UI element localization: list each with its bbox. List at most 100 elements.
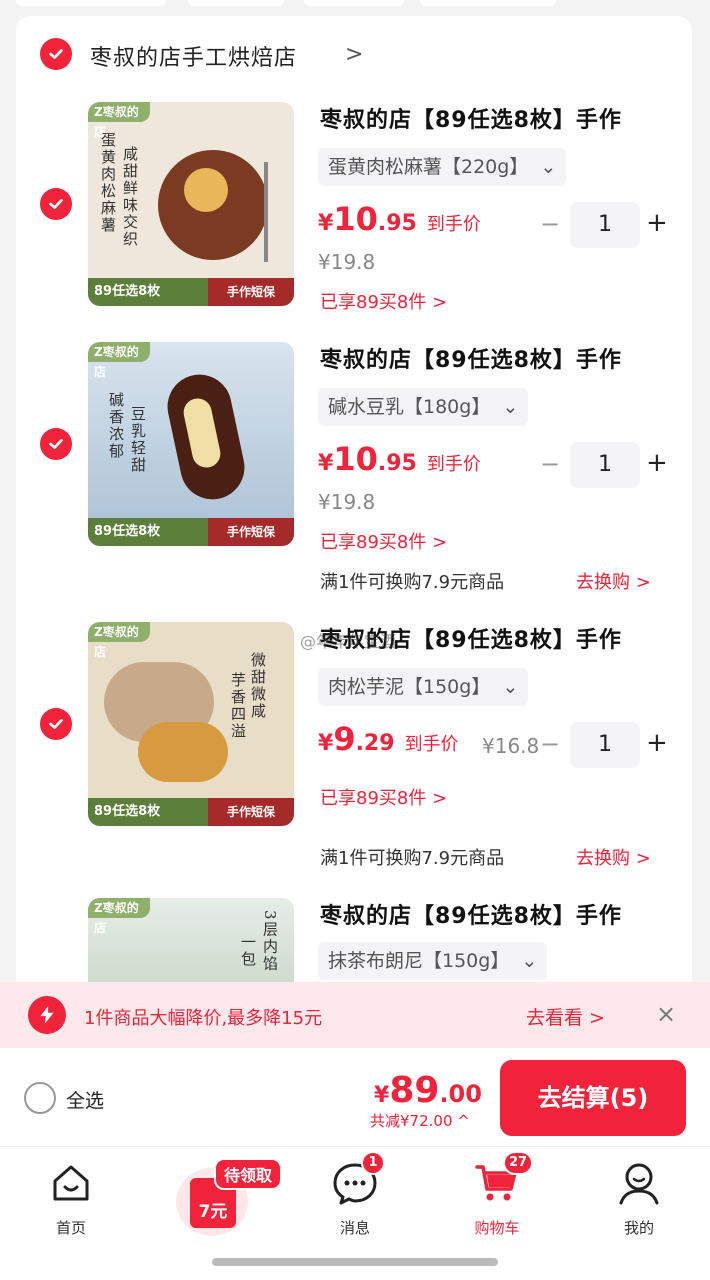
- variant-label: 肉松芋泥【150g】: [328, 676, 491, 698]
- item-check-icon[interactable]: [40, 428, 72, 460]
- image-caption: 蛋黄肉松麻薯: [99, 132, 117, 234]
- tab-messages[interactable]: 1 消息: [310, 1151, 400, 1238]
- cart-count-badge: 27: [503, 1151, 534, 1175]
- quantity-stepper: − 1 +: [540, 722, 670, 768]
- brand-logo: Z枣叔的店: [88, 342, 150, 379]
- decrease-button[interactable]: −: [540, 730, 560, 758]
- image-caption: 咸甜鲜味交织: [121, 146, 139, 248]
- product-title[interactable]: 枣叔的店【89任选8枚】手作: [320, 342, 622, 374]
- variant-selector[interactable]: 肉松芋泥【150g】 ⌄: [318, 668, 529, 706]
- tab-label: 我的: [623, 1219, 654, 1237]
- chevron-right-icon[interactable]: >: [345, 42, 363, 67]
- chat-bubble-icon: 1: [331, 1151, 385, 1207]
- promo-tag: 89任选8枚: [88, 518, 208, 546]
- increase-button[interactable]: +: [646, 728, 668, 758]
- image-tagbar: 89任选8枚 手作短保: [88, 798, 294, 826]
- home-indicator: [212, 1258, 498, 1266]
- person-icon: [615, 1159, 663, 1207]
- quantity-stepper: − 1 +: [540, 442, 670, 488]
- brand-logo: Z枣叔的店: [88, 898, 150, 935]
- product-image[interactable]: Z枣叔的店 碱香浓郁 豆乳轻甜 89任选8枚 手作短保: [88, 342, 294, 546]
- tab-label: 首页: [55, 1219, 86, 1237]
- cart-icon: 27: [473, 1151, 534, 1207]
- promo-link[interactable]: 已享89买8件 >: [320, 528, 447, 554]
- quantity-value[interactable]: 1: [570, 442, 640, 488]
- fork-icon: [264, 162, 268, 262]
- image-caption: 一包: [239, 934, 257, 968]
- tab-label: 购物车: [474, 1219, 520, 1237]
- variant-label: 碱水豆乳【180g】: [328, 396, 491, 418]
- variant-selector[interactable]: 碱水豆乳【180g】 ⌄: [318, 388, 529, 426]
- image-caption: 3层内馅: [261, 910, 279, 973]
- coupon-pending-badge: 待领取: [214, 1158, 283, 1190]
- final-price: ¥10.95 到手价: [318, 200, 481, 238]
- view-link[interactable]: 去看看 >: [526, 1003, 605, 1030]
- original-price: ¥19.8: [318, 250, 376, 274]
- tab-mine[interactable]: 我的: [594, 1159, 684, 1238]
- variant-label: 抹茶布朗尼【150g】: [328, 950, 510, 972]
- home-icon: [47, 1159, 95, 1207]
- brand-logo: Z枣叔的店: [88, 622, 150, 659]
- swap-offer-text: 满1件可换购7.9元商品: [320, 848, 505, 869]
- quantity-value[interactable]: 1: [570, 202, 640, 248]
- swap-link[interactable]: 去换购 >: [576, 568, 651, 594]
- variant-selector[interactable]: 抹茶布朗尼【150g】 ⌄: [318, 942, 548, 980]
- chevron-down-icon: ⌄: [540, 156, 557, 178]
- shop-check-icon[interactable]: [40, 38, 72, 70]
- image-caption: 微甜微咸: [249, 652, 267, 720]
- lightning-icon: [28, 996, 66, 1034]
- promo-link[interactable]: 已享89买8件 >: [320, 288, 447, 314]
- select-all-label[interactable]: 全选: [66, 1086, 104, 1113]
- item-check-icon[interactable]: [40, 188, 72, 220]
- increase-button[interactable]: +: [646, 448, 668, 478]
- product-image[interactable]: Z枣叔的店 微甜微咸 芋香四溢 89任选8枚 手作短保: [88, 622, 294, 826]
- top-tab-fragment: [304, 0, 404, 6]
- bread-filling: [184, 168, 228, 212]
- top-tab-fragment: [188, 0, 284, 6]
- decrease-button[interactable]: −: [540, 450, 560, 478]
- select-all-radio[interactable]: [24, 1082, 56, 1114]
- swap-offer-text: 满1件可换购7.9元商品: [320, 572, 505, 593]
- tab-home[interactable]: 首页: [26, 1159, 116, 1238]
- price-drop-message: 1件商品大幅降价,最多降15元: [84, 1008, 323, 1029]
- decrease-button[interactable]: −: [540, 210, 560, 238]
- original-price: ¥16.8: [482, 734, 540, 758]
- close-icon[interactable]: ×: [656, 1000, 676, 1028]
- product-title[interactable]: 枣叔的店【89任选8枚】手作: [320, 898, 622, 930]
- product-image[interactable]: Z枣叔的店 3层内馅 一包: [88, 898, 294, 982]
- promo-tag: 89任选8枚: [88, 798, 208, 826]
- checkout-bar: 全选 ¥89.00 共减¥72.00 ^ 去结算(5): [0, 1048, 710, 1146]
- shop-name[interactable]: 枣叔的店手工烘焙店: [90, 40, 297, 72]
- variant-selector[interactable]: 蛋黄肉松麻薯【220g】 ⌄: [318, 148, 567, 186]
- checkout-button[interactable]: 去结算(5): [500, 1060, 686, 1136]
- product-title[interactable]: 枣叔的店【89任选8枚】手作: [320, 102, 622, 134]
- chevron-down-icon: ⌄: [521, 950, 538, 972]
- image-caption: 芋香四溢: [229, 672, 247, 740]
- total-price: ¥89.00: [374, 1070, 482, 1111]
- increase-button[interactable]: +: [646, 208, 668, 238]
- top-tab-fragment: [420, 0, 556, 6]
- bread-filling: [138, 722, 228, 782]
- top-strip: [0, 0, 710, 14]
- promo-tag: 89任选8枚: [88, 278, 208, 306]
- top-tab-fragment: [16, 0, 166, 6]
- discount-summary[interactable]: 共减¥72.00 ^: [370, 1110, 470, 1131]
- fresh-tag: 手作短保: [208, 518, 294, 546]
- promo-link[interactable]: 已享89买8件 >: [320, 784, 447, 810]
- final-price: ¥9.29 到手价: [318, 720, 459, 758]
- image-tagbar: 89任选8枚 手作短保: [88, 278, 294, 306]
- unread-badge: 1: [361, 1151, 385, 1175]
- watermark: @年年年宝酒: [300, 632, 397, 651]
- quantity-value[interactable]: 1: [570, 722, 640, 768]
- product-image[interactable]: Z枣叔的店 蛋黄肉松麻薯 咸甜鲜味交织 89任选8枚 手作短保: [88, 102, 294, 306]
- tab-cart[interactable]: 27 购物车: [452, 1151, 542, 1238]
- fresh-tag: 手作短保: [208, 798, 294, 826]
- final-price: ¥10.95 到手价: [318, 440, 481, 478]
- fresh-tag: 手作短保: [208, 278, 294, 306]
- coupon-entry[interactable]: 7元 待领取: [176, 1158, 283, 1236]
- swap-link[interactable]: 去换购 >: [576, 844, 651, 870]
- item-check-icon[interactable]: [40, 708, 72, 740]
- variant-label: 蛋黄肉松麻薯【220g】: [328, 156, 529, 178]
- chevron-down-icon: ⌄: [502, 676, 519, 698]
- tab-label: 消息: [339, 1219, 370, 1237]
